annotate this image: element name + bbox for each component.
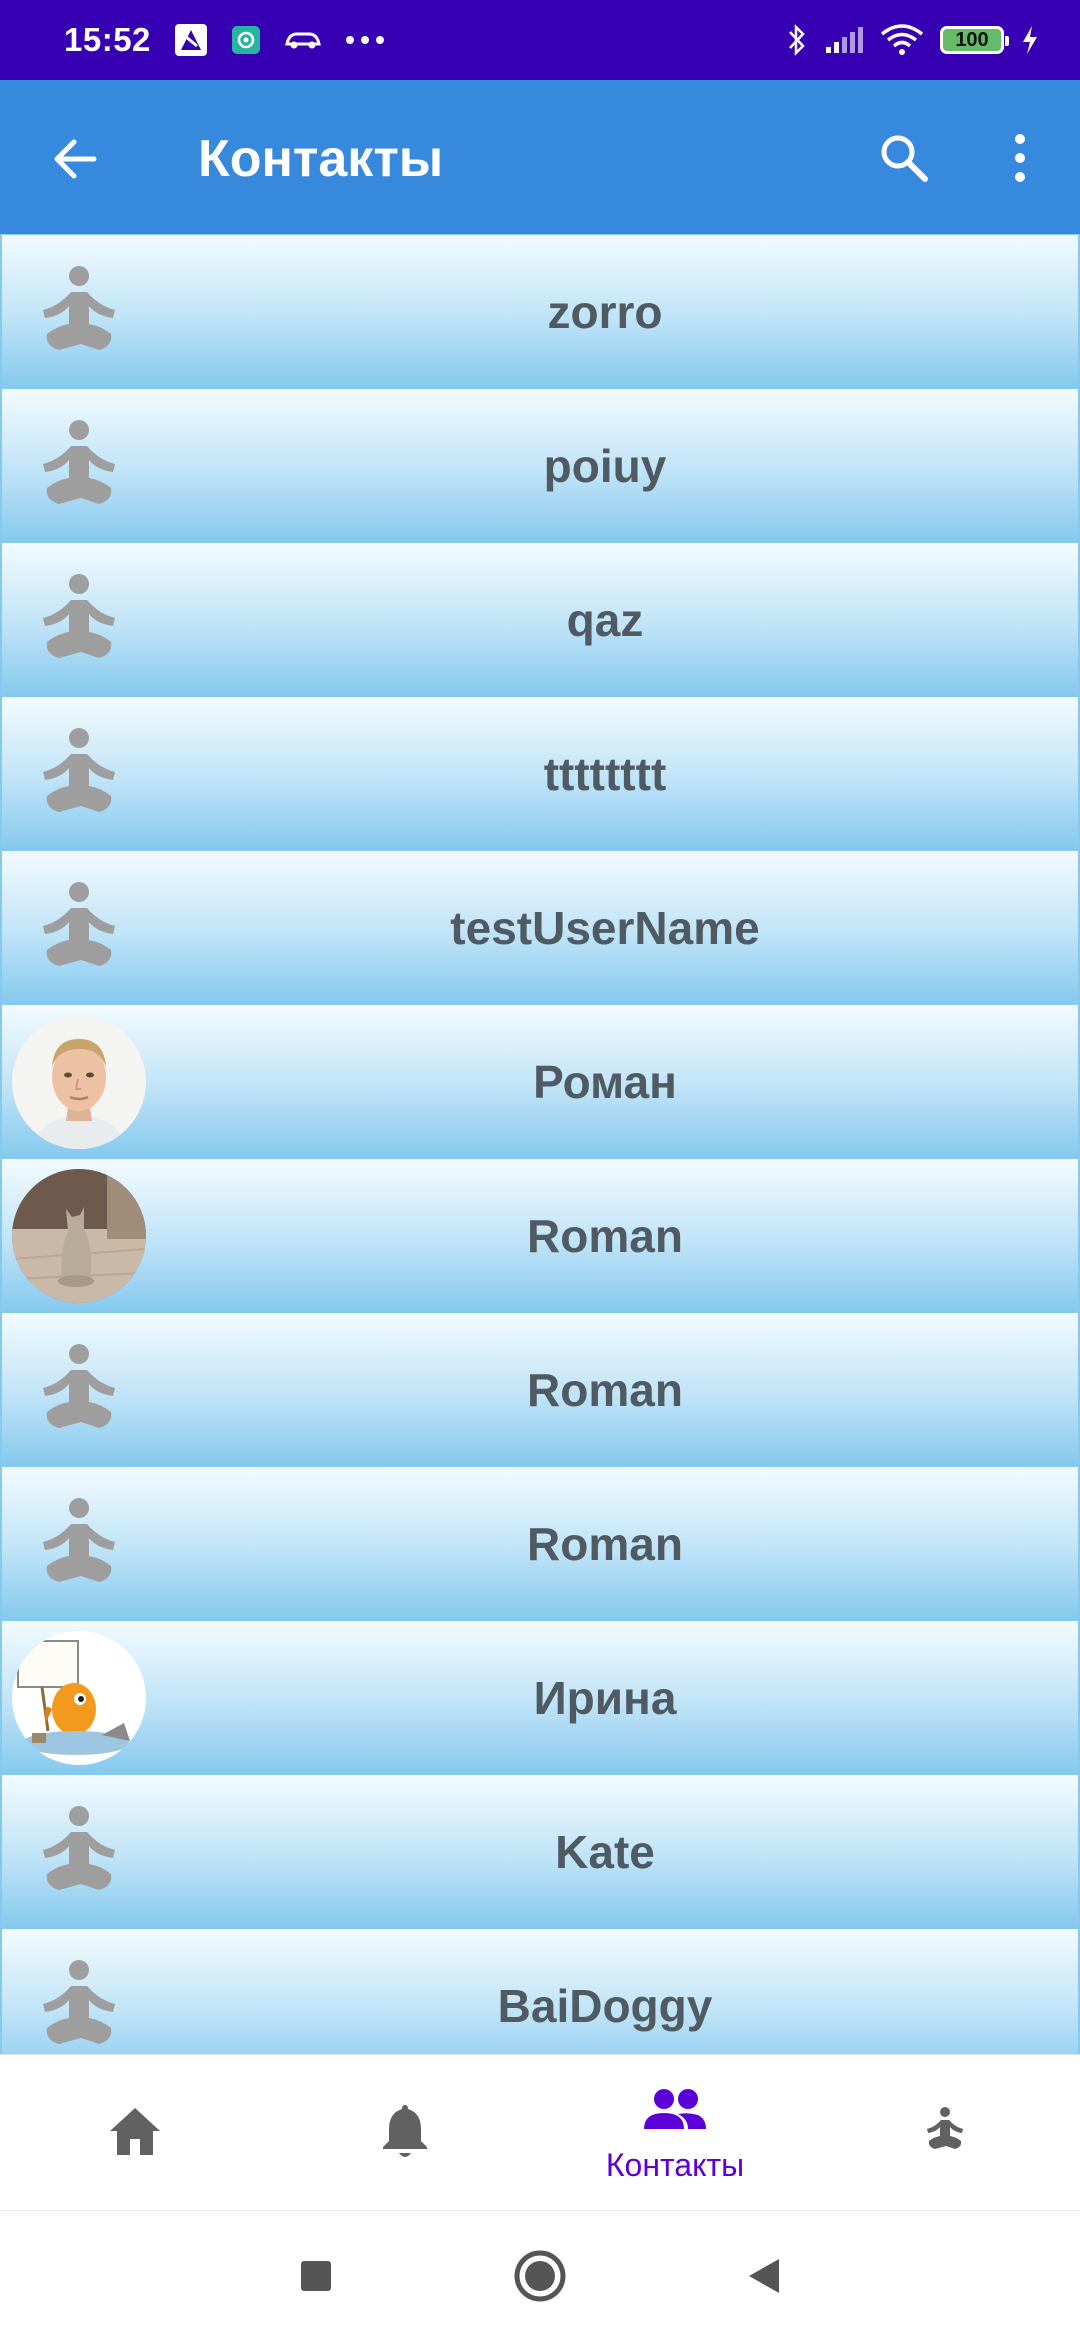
contact-name: Ирина xyxy=(533,1672,677,1724)
contact-name: BaiDoggy xyxy=(497,1980,713,2032)
app-notification-icon-2 xyxy=(231,25,261,55)
back-triangle-icon xyxy=(749,2259,779,2293)
contact-row[interactable]: Ирина xyxy=(0,1620,1080,1774)
more-menu-button[interactable] xyxy=(1000,126,1040,190)
status-bar: 15:52 100 xyxy=(0,0,1080,80)
bluetooth-icon xyxy=(786,23,808,57)
back-system-button[interactable] xyxy=(734,2246,794,2306)
home-circle-icon xyxy=(514,2250,566,2302)
arrow-back-icon xyxy=(54,139,97,179)
signal-icon xyxy=(824,25,864,55)
nav-profile[interactable] xyxy=(810,2055,1080,2211)
recents-square-icon xyxy=(301,2261,331,2291)
contact-row[interactable]: Roman xyxy=(0,1312,1080,1466)
battery-icon: 100 xyxy=(940,26,1009,54)
car-icon xyxy=(283,28,323,52)
contact-name: testUserName xyxy=(450,902,760,954)
bell-icon xyxy=(383,2105,427,2157)
nav-contacts-label: Контакты xyxy=(605,2147,745,2183)
bottom-navigation: Контакты xyxy=(0,2054,1080,2210)
contact-row[interactable]: Роман xyxy=(0,1004,1080,1158)
wifi-icon xyxy=(880,24,924,56)
contact-row[interactable]: Roman xyxy=(0,1466,1080,1620)
contact-row[interactable]: Roman xyxy=(0,1158,1080,1312)
contact-name: qaz xyxy=(566,594,644,646)
contact-name: Роман xyxy=(533,1056,677,1108)
recents-button[interactable] xyxy=(286,2246,346,2306)
contact-row[interactable]: poiuy xyxy=(0,388,1080,542)
home-system-button[interactable] xyxy=(510,2246,570,2306)
contact-name: tttttttt xyxy=(543,748,667,800)
nav-notifications[interactable] xyxy=(270,2055,540,2211)
system-navigation-bar xyxy=(0,2210,1080,2341)
people-icon xyxy=(644,2089,706,2129)
contact-name: Roman xyxy=(527,1210,683,1262)
contact-name: Roman xyxy=(527,1518,683,1570)
contact-row[interactable]: tttttttt xyxy=(0,696,1080,850)
meditation-icon xyxy=(927,2107,963,2149)
home-icon xyxy=(110,2108,160,2155)
contact-name: zorro xyxy=(547,286,663,338)
nav-contacts[interactable]: Контакты xyxy=(540,2055,810,2211)
more-vert-icon xyxy=(1015,134,1025,182)
contact-row[interactable]: Kate xyxy=(0,1774,1080,1928)
contact-name: poiuy xyxy=(543,440,667,492)
contact-row[interactable]: testUserName xyxy=(0,850,1080,1004)
status-time: 15:52 xyxy=(64,21,151,58)
page-title: Контакты xyxy=(198,130,444,188)
app-notification-icon xyxy=(173,22,209,58)
nav-home[interactable] xyxy=(0,2055,270,2211)
contact-name: Roman xyxy=(527,1364,683,1416)
search-button[interactable] xyxy=(872,126,936,190)
back-button[interactable] xyxy=(46,130,104,188)
search-icon xyxy=(881,135,928,182)
contact-name: Kate xyxy=(555,1826,655,1878)
app-bar: Контакты xyxy=(0,80,1080,234)
contact-row[interactable]: BaiDoggy xyxy=(0,1928,1080,2054)
contact-row[interactable]: qaz xyxy=(0,542,1080,696)
contact-list[interactable]: zorro poiuy qaz tttttttt testUserName Ро… xyxy=(0,234,1080,2054)
more-dots-icon xyxy=(345,35,385,45)
contact-row[interactable]: zorro xyxy=(0,234,1080,388)
charging-icon xyxy=(1020,24,1040,56)
